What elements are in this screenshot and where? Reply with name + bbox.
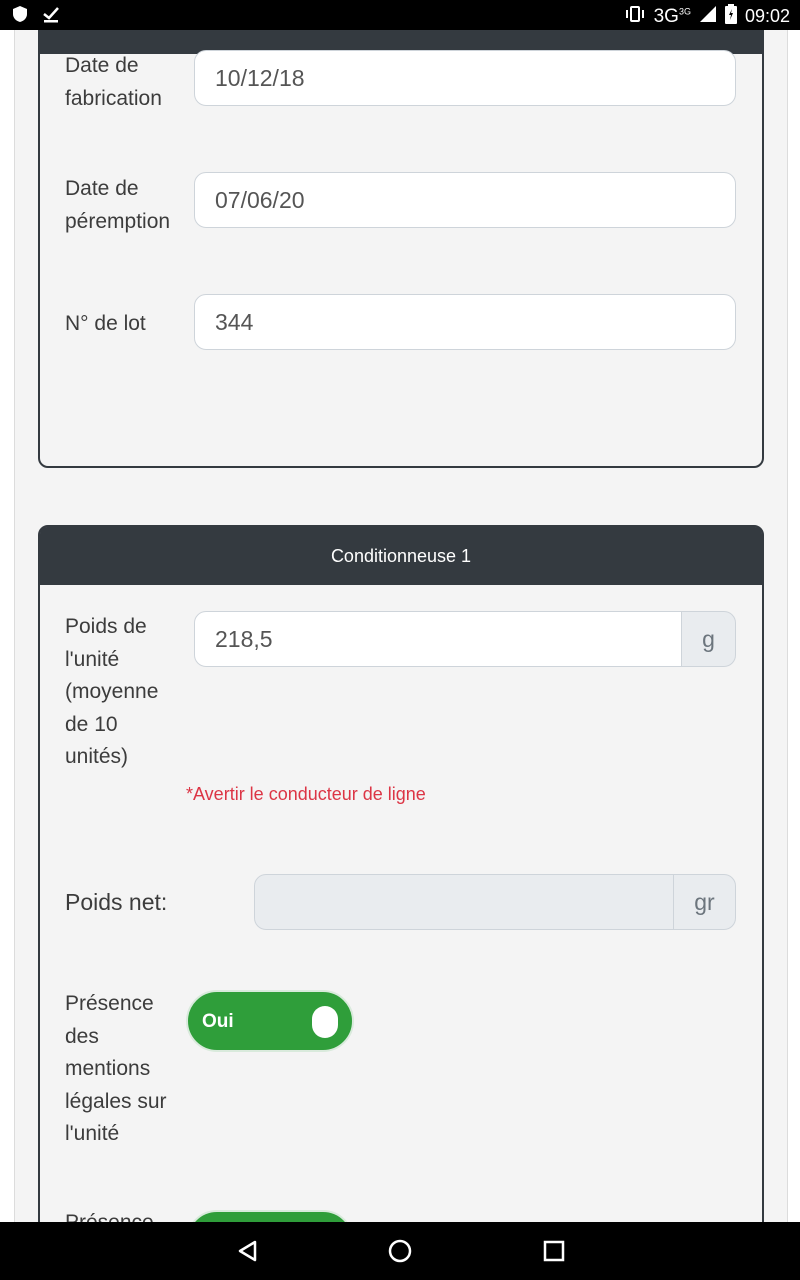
back-icon[interactable]	[236, 1239, 258, 1268]
date-fabrication-input[interactable]: 10/12/18	[194, 50, 736, 106]
mentions-legales-toggle[interactable]: Oui	[186, 990, 354, 1052]
poids-net-input	[254, 874, 675, 930]
poids-net-label: Poids net:	[65, 889, 168, 915]
download-done-icon	[42, 5, 60, 28]
mentions-legales-toggle-label: Oui	[202, 1011, 234, 1032]
battery-icon	[724, 4, 737, 29]
mentions-legales-label: Présence des mentions légales sur l'unit…	[65, 992, 167, 1145]
home-icon[interactable]	[388, 1239, 412, 1268]
navigation-bar	[0, 1222, 800, 1280]
numero-lot-label: N° de lot	[65, 312, 146, 335]
date-peremption-label: Date de péremption	[65, 177, 171, 233]
poids-unite-label: Poids de l'unité (moyenne de 10 unités)	[65, 615, 159, 768]
date-fabrication-label: Date de fabrication	[65, 54, 162, 110]
status-bar: 3G3G 09:02	[0, 0, 800, 30]
signal-icon	[699, 5, 717, 28]
next-field-toggle[interactable]	[186, 1210, 354, 1222]
vibrate-icon	[624, 5, 646, 28]
recents-icon[interactable]	[543, 1239, 565, 1268]
clock: 09:02	[744, 6, 790, 26]
shield-icon	[12, 5, 28, 28]
toggle-knob	[312, 1006, 338, 1038]
conditionneuse-card: Conditionneuse 1 Poids de l'unité (moyen…	[38, 525, 764, 1222]
page-content: Date de fabrication 10/12/18 Date de pér…	[0, 30, 800, 1222]
poids-net-unit: gr	[673, 874, 736, 930]
production-card: Date de fabrication 10/12/18 Date de pér…	[38, 30, 764, 468]
poids-unite-unit: g	[681, 611, 736, 667]
poids-unite-input[interactable]: 218,5	[194, 611, 683, 667]
next-field-label: Présence	[65, 1207, 175, 1222]
network-type-small: 3G	[678, 6, 691, 17]
network-type: 3G3G	[653, 5, 691, 27]
poids-unite-warning: *Avertir le conducteur de ligne	[186, 784, 426, 804]
numero-lot-input[interactable]: 344	[194, 294, 736, 350]
date-peremption-input[interactable]: 07/06/20	[194, 172, 736, 228]
conditionneuse-card-header: Conditionneuse 1	[40, 527, 762, 585]
